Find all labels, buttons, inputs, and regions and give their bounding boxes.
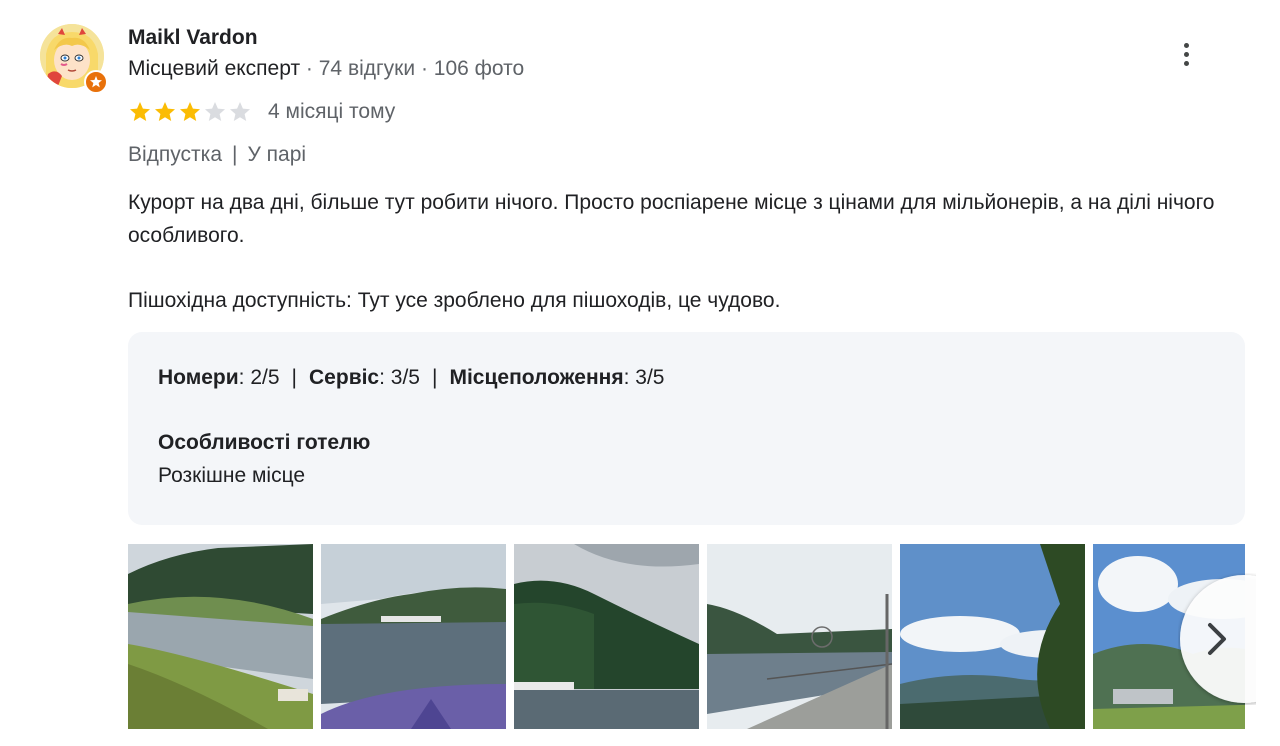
features-title: Особливості готелю — [158, 431, 371, 454]
hotel-details-box: Номери: 2/5 | Сервіс: 3/5 | Місцеположення: … — [128, 332, 1245, 525]
category-scores: Номери: 2/5 | Сервіс: 3/5 | Місцеположення: … — [158, 366, 664, 390]
next-photos-button[interactable] — [1178, 573, 1280, 705]
star-filled-icon — [155, 102, 175, 121]
reviewer-name[interactable]: Maikl Vardon — [128, 26, 258, 50]
star-filled-icon — [130, 102, 150, 121]
trip-type: Відпустка — [128, 143, 223, 166]
trip-companions: У парі — [247, 143, 307, 166]
trip-info: Відпустка | У парі — [128, 143, 306, 167]
more-vert-icon — [1183, 42, 1189, 66]
reviewer-meta[interactable]: Місцевий експерт · 74 відгуки · 106 фото — [128, 57, 524, 81]
features-value: Розкішне місце — [158, 464, 306, 487]
photo-strip — [128, 544, 1245, 729]
score-separator: | — [291, 366, 298, 389]
chevron-right-icon — [1180, 575, 1280, 703]
star-empty-icon — [230, 102, 250, 121]
photo-lake-shore-slope[interactable] — [128, 544, 313, 729]
photo-lake-mountains-boat[interactable] — [321, 544, 506, 729]
reviewer-level: Місцевий експерт — [128, 57, 301, 80]
reviewer-avatar[interactable] — [40, 24, 108, 94]
reviews-count: 74 відгуки — [318, 57, 416, 80]
review-time: 4 місяці тому — [268, 100, 396, 123]
accessibility-text: Пішохідна доступність: Тут усе зроблено … — [128, 289, 781, 312]
photos-count: 106 фото — [433, 57, 525, 80]
meta-separator: · — [415, 57, 434, 80]
photo-promenade-ferris-wheel[interactable] — [707, 544, 892, 729]
location-label: Місцеположення — [449, 366, 624, 389]
star-rating — [128, 100, 252, 124]
review-text: Курорт на два дні, більше тут робити ніч… — [128, 191, 1215, 247]
star-empty-icon — [205, 102, 225, 121]
more-options-button[interactable] — [1166, 36, 1206, 72]
local-guide-badge-icon — [84, 70, 108, 94]
meta-separator: · — [300, 57, 319, 80]
trip-separator: | — [232, 143, 238, 166]
rooms-score: : 2/5 — [238, 366, 280, 389]
service-score: : 3/5 — [379, 366, 420, 389]
photo-mountain-view-spruce[interactable] — [900, 544, 1085, 729]
rooms-label: Номери — [158, 366, 239, 389]
photo-forested-hill-lake[interactable] — [514, 544, 699, 729]
rating-row: 4 місяці тому — [128, 99, 395, 125]
location-score: : 3/5 — [623, 366, 665, 389]
star-filled-icon — [180, 102, 200, 121]
score-separator: | — [432, 366, 438, 389]
service-label: Сервіс — [309, 366, 380, 389]
